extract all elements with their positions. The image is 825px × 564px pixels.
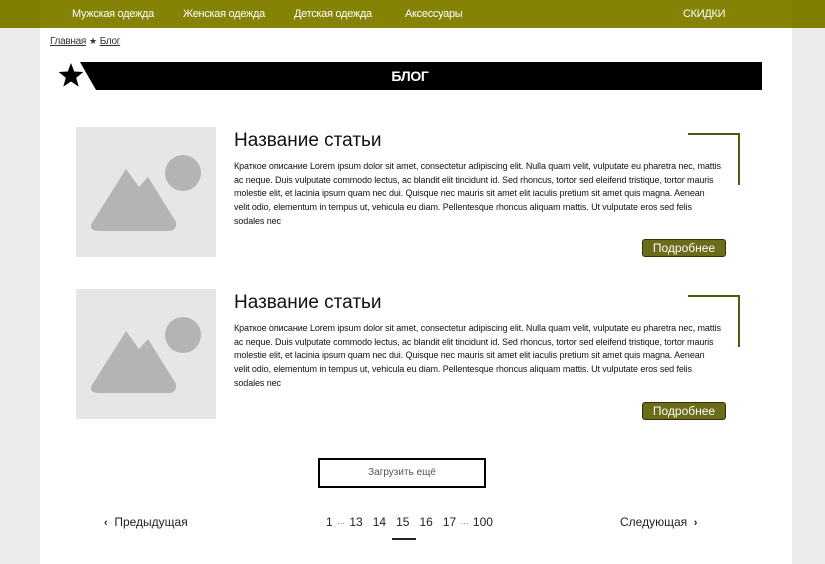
read-more-button[interactable]: Подробнее [642, 239, 726, 257]
article-title[interactable]: Название статьи [234, 292, 382, 314]
load-more-button[interactable]: Загрузить ещё [318, 458, 486, 488]
current-page-indicator [392, 538, 416, 540]
top-navigation-bar: Мужская одежда Женская одежда Детская од… [0, 0, 825, 28]
nav-item-accessories[interactable]: Аксессуары [405, 8, 463, 20]
nav-item-womens[interactable]: Женская одежда [183, 8, 265, 20]
breadcrumb: Главная ★ Блог [50, 36, 120, 47]
page-link[interactable]: 13 [349, 515, 362, 529]
pagination-ellipsis: ··· [337, 519, 346, 528]
breadcrumb-current-link[interactable]: Блог [100, 36, 121, 47]
pagination-prev-label: Предыдущая [114, 515, 188, 529]
nav-item-mens[interactable]: Мужская одежда [72, 8, 154, 20]
page-title: БЛОГ [391, 68, 429, 84]
article-description: Краткое описание Lorem ipsum dolor sit a… [234, 161, 721, 226]
article-image [76, 289, 216, 419]
pagination-next-label: Следующая [620, 515, 688, 529]
page-link[interactable]: 14 [373, 515, 386, 529]
pagination-pages: 1 ··· 13 14 15 16 17 ··· 100 [326, 515, 493, 529]
page-link[interactable]: 17 [443, 515, 456, 529]
article-card: Название статьи Краткое описание Lorem i… [76, 289, 741, 420]
pagination-prev-button[interactable]: ‹ Предыдущая [104, 515, 188, 529]
page-link-current[interactable]: 15 [396, 515, 409, 529]
page-title-banner: БЛОГ [58, 62, 762, 90]
pagination-next-button[interactable]: Следующая › [620, 515, 697, 529]
article-card: Название статьи Краткое описание Lorem i… [76, 127, 741, 257]
corner-decoration [688, 295, 740, 347]
breadcrumb-home-link[interactable]: Главная [50, 36, 86, 47]
breadcrumb-separator-star-icon: ★ [88, 36, 97, 46]
article-title[interactable]: Название статьи [234, 130, 382, 152]
article-description: Краткое описание Lorem ipsum dolor sit a… [234, 323, 721, 388]
nav-item-sale[interactable]: СКИДКИ [683, 8, 726, 20]
read-more-button[interactable]: Подробнее [642, 402, 726, 420]
nav-item-kids[interactable]: Детская одежда [294, 8, 372, 20]
chevron-left-icon: ‹ [104, 517, 108, 529]
pagination-ellipsis: ··· [460, 519, 469, 528]
page-link-first[interactable]: 1 [326, 515, 333, 529]
corner-decoration [688, 133, 740, 185]
chevron-right-icon: › [693, 517, 698, 529]
page-link-last[interactable]: 100 [473, 515, 493, 529]
page-link[interactable]: 16 [420, 515, 433, 529]
image-placeholder-icon [91, 317, 201, 393]
article-image [76, 127, 216, 257]
image-placeholder-icon [91, 155, 201, 231]
